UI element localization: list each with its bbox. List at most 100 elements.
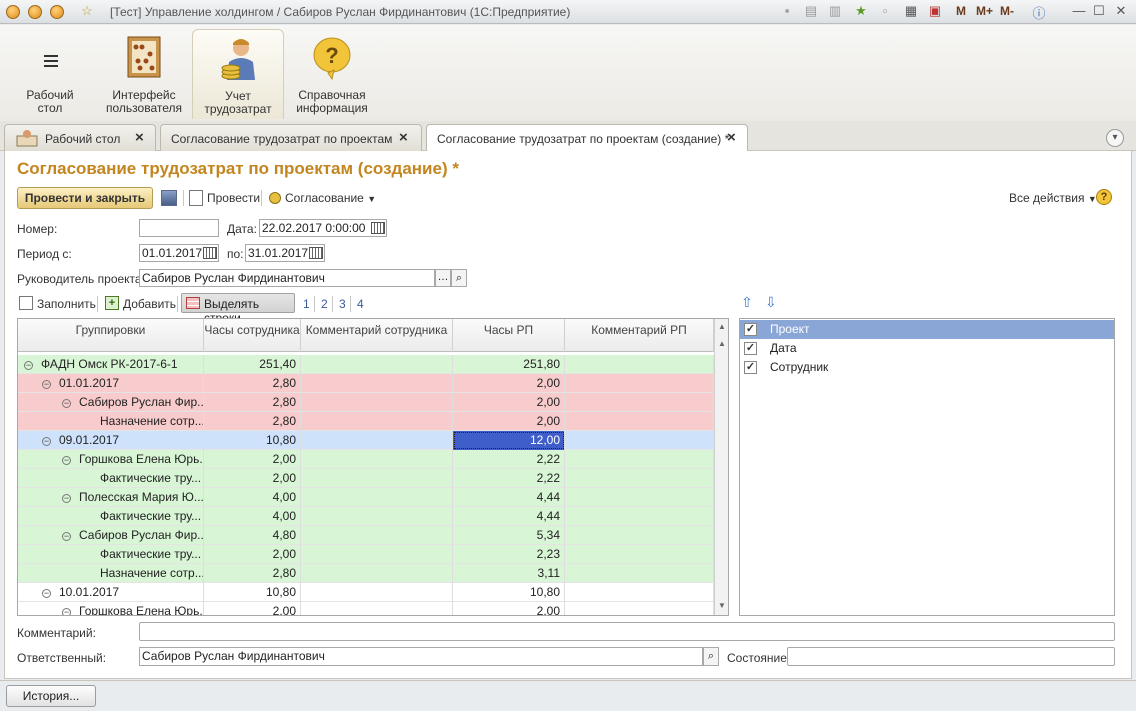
section-reference-info[interactable]: ? Справочная информация [286,29,378,119]
cell-employee-comment[interactable] [301,488,453,507]
cell-employee-hours[interactable]: 10,80 [204,583,301,602]
section-labor-costs[interactable]: Учет трудозатрат [192,29,284,119]
preview-icon[interactable]: ▥ [826,3,844,19]
move-down-icon[interactable]: ⇩ [765,295,777,309]
cell-grouping[interactable]: − Горшкова Елена Юрь... [18,602,204,615]
post-button[interactable]: Провести [207,191,260,205]
collapse-icon[interactable]: − [42,437,51,446]
link-icon[interactable]: ▫ [876,3,894,18]
cell-employee-hours[interactable]: 2,00 [204,450,301,469]
cell-grouping[interactable]: Назначение сотр... [18,564,204,583]
cell-rp-comment[interactable] [565,469,714,488]
close-icon[interactable]: × [727,129,736,146]
cell-rp-comment[interactable] [565,355,714,374]
collapse-icon[interactable]: − [42,380,51,389]
info-icon[interactable]: ⓘ [1030,3,1048,22]
memory-m-button[interactable]: M [956,4,966,18]
cell-grouping[interactable]: Фактические тру... [18,507,204,526]
cell-employee-comment[interactable] [301,583,453,602]
print-icon[interactable]: ▤ [802,3,820,19]
cell-rp-comment[interactable] [565,507,714,526]
cell-employee-comment[interactable] [301,355,453,374]
cell-rp-comment[interactable] [565,450,714,469]
cell-employee-comment[interactable] [301,450,453,469]
cell-employee-hours[interactable]: 2,00 [204,469,301,488]
grouping-item-date[interactable]: ✓ Дата [740,339,1114,358]
cell-rp-comment[interactable] [565,412,714,431]
responsible-field[interactable]: Сабиров Руслан Фирдинантович [139,647,703,666]
cell-grouping[interactable]: Назначение сотр... [18,412,204,431]
column-header-rp-comment[interactable]: Комментарий РП [565,319,714,352]
history-nav-icon[interactable] [50,5,64,19]
cell-employee-hours[interactable]: 4,00 [204,488,301,507]
cell-rp-hours[interactable]: 2,00 [453,602,565,615]
star-icon[interactable]: ☆ [78,3,96,19]
cell-employee-comment[interactable] [301,412,453,431]
cell-rp-hours[interactable]: 4,44 [453,488,565,507]
cell-employee-comment[interactable] [301,374,453,393]
scroll-down-icon[interactable]: ▼ [716,599,728,613]
collapse-icon[interactable]: − [62,532,71,541]
table-row[interactable]: Фактические тру... 2,00 2,23 [18,545,714,564]
calculator-icon[interactable]: ▦ [902,3,920,19]
manager-field[interactable]: Сабиров Руслан Фирдинантович [139,269,435,287]
cell-rp-comment[interactable] [565,393,714,412]
cell-employee-comment[interactable] [301,393,453,412]
highlight-rows-toggle[interactable]: Выделять строки [181,293,295,325]
cell-employee-hours[interactable]: 2,00 [204,545,301,564]
table-row[interactable]: −09.01.2017 10,80 12,00 [18,431,714,450]
cell-rp-hours[interactable]: 2,00 [453,374,565,393]
table-row[interactable]: −10.01.2017 10,80 10,80 [18,583,714,602]
cell-employee-hours[interactable]: 4,80 [204,526,301,545]
cell-rp-comment[interactable] [565,564,714,583]
table-row[interactable]: − ФАДН Омск РК-2017-6-1 251,40 251,80 [18,355,714,374]
memory-minus-button[interactable]: M- [1000,4,1014,18]
column-header-employee-comment[interactable]: Комментарий сотрудника [301,319,453,352]
search-icon[interactable]: ⌕ [451,269,467,287]
table-row[interactable]: Назначение сотр... 2,80 3,11 [18,564,714,583]
table-row[interactable]: − Горшкова Елена Юрь... 2,00 2,00 [18,602,714,615]
grouping-item-employee[interactable]: ✓ Сотрудник [740,358,1114,377]
cell-employee-comment[interactable] [301,602,453,615]
cell-rp-hours[interactable]: 2,22 [453,469,565,488]
fill-button[interactable]: Заполнить [37,297,96,311]
search-icon[interactable]: ⌕ [703,647,719,666]
table-scrollbar[interactable]: ▲ ▲ ▼ [714,319,728,615]
table-row[interactable]: − Сабиров Руслан Фир... 4,80 5,34 [18,526,714,545]
memory-plus-button[interactable]: M+ [976,4,993,18]
level-3-link[interactable]: 3 [339,297,346,311]
cell-employee-comment[interactable] [301,431,453,450]
tab-desktop[interactable]: Рабочий стол × [4,124,156,151]
ellipsis-button[interactable]: … [435,269,451,287]
history-button[interactable]: История... [6,685,96,707]
cell-employee-hours[interactable]: 2,80 [204,393,301,412]
tabs-menu-icon[interactable]: ▾ [1106,129,1124,147]
table-row[interactable]: − Сабиров Руслан Фир... 2,80 2,00 [18,393,714,412]
grouping-item-project[interactable]: ✓ Проект [740,320,1114,339]
table-row[interactable]: − Горшкова Елена Юрь... 2,00 2,22 [18,450,714,469]
level-1-link[interactable]: 1 [303,297,310,311]
cell-rp-comment[interactable] [565,526,714,545]
collapse-icon[interactable]: − [42,589,51,598]
cell-rp-hours[interactable]: 3,11 [453,564,565,583]
cell-employee-comment[interactable] [301,526,453,545]
table-row[interactable]: −01.01.2017 2,80 2,00 [18,374,714,393]
post-and-close-button[interactable]: Провести и закрыть [17,187,153,209]
cell-rp-hours[interactable]: 12,00 [453,431,565,450]
level-4-link[interactable]: 4 [357,297,364,311]
cell-employee-comment[interactable] [301,564,453,583]
minimize-icon[interactable]: — [1070,3,1088,18]
column-header-groupings[interactable]: Группировки [18,319,204,352]
app-logo-icon[interactable] [6,5,20,19]
close-icon[interactable]: × [135,129,144,146]
checkbox[interactable]: ✓ [744,361,757,374]
section-desktop[interactable]: Рабочий стол [4,29,96,119]
help-icon[interactable]: ? [1096,189,1112,205]
collapse-icon[interactable]: − [62,456,71,465]
calendar-icon[interactable] [203,247,217,259]
cell-grouping[interactable]: −10.01.2017 [18,583,204,602]
maximize-icon[interactable]: ☐ [1090,3,1108,19]
checkbox[interactable]: ✓ [744,342,757,355]
cell-employee-hours[interactable]: 10,80 [204,431,301,450]
cell-employee-hours[interactable]: 4,00 [204,507,301,526]
